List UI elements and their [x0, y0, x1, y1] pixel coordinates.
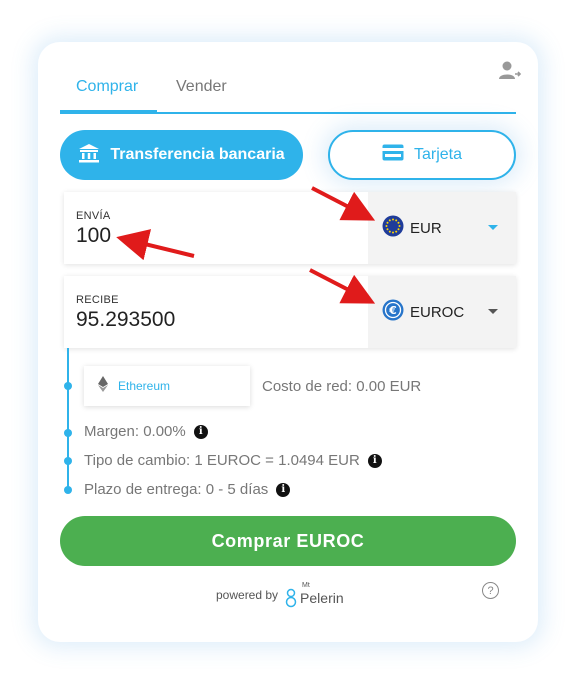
eu-flag-icon — [382, 215, 404, 242]
receive-amount-input[interactable] — [76, 308, 356, 332]
network-cost: Costo de red: 0.00 EUR — [262, 378, 422, 395]
tab-comprar[interactable]: Comprar — [76, 78, 138, 96]
help-icon[interactable]: ? — [482, 582, 499, 599]
chevron-down-icon — [488, 309, 498, 314]
margin-text: Margen: 0.00% — [84, 423, 186, 440]
send-currency-select[interactable]: EUR — [368, 192, 516, 264]
timeline-dot — [64, 382, 72, 390]
buy-euroc-button[interactable]: Comprar EUROC — [60, 516, 516, 566]
network-name: Ethereum — [118, 379, 171, 393]
brand-prefix: Mt — [302, 582, 310, 589]
receive-label: RECIBE — [76, 294, 119, 306]
bank-transfer-label: Transferencia bancaria — [110, 146, 285, 163]
receive-currency-code: EUROC — [410, 303, 465, 321]
timeline-dot — [64, 486, 72, 494]
card-payment-button[interactable]: Tarjeta — [328, 130, 516, 180]
send-currency-code: EUR — [410, 219, 442, 237]
receive-currency-select[interactable]: € EUROC — [368, 276, 516, 348]
ethereum-icon — [98, 375, 108, 397]
timeline-dot — [64, 429, 72, 437]
tab-vender[interactable]: Vender — [176, 78, 227, 96]
margin-line: Margen: 0.00% i — [84, 423, 208, 440]
bank-transfer-button[interactable]: Transferencia bancaria — [60, 130, 303, 180]
active-tab-indicator — [60, 110, 157, 114]
svg-text:€: € — [388, 304, 397, 317]
receive-amount-row: RECIBE € EUROC — [64, 276, 516, 348]
send-amount-row: ENVÍA EUR — [64, 192, 516, 264]
credit-card-icon — [382, 144, 404, 166]
details-timeline — [67, 348, 69, 492]
send-amount-input[interactable] — [76, 224, 356, 248]
card-payment-label: Tarjeta — [413, 146, 463, 163]
powered-by-text: powered by — [216, 588, 279, 602]
mt-pelerin-logo[interactable]: Mt Pelerin — [284, 582, 344, 608]
send-label: ENVÍA — [76, 210, 111, 222]
bank-icon — [78, 143, 100, 168]
tab-bar: Comprar Vender — [60, 66, 516, 114]
exchange-rate-line: Tipo de cambio: 1 EUROC = 1.0494 EUR i — [84, 452, 382, 469]
pelerin-logo-icon — [285, 588, 297, 608]
exchange-rate-text: Tipo de cambio: 1 EUROC = 1.0494 EUR — [84, 452, 360, 469]
info-icon[interactable]: i — [276, 482, 291, 497]
timeline-dot — [64, 457, 72, 465]
chevron-down-icon — [488, 225, 498, 230]
widget-card: Comprar Vender Transferencia bancaria Ta… — [38, 42, 538, 642]
euroc-coin-icon: € — [382, 299, 404, 326]
network-selector[interactable]: Ethereum — [84, 366, 250, 406]
powered-by: powered by Mt Pelerin — [216, 582, 344, 608]
delivery-text: Plazo de entrega: 0 - 5 días — [84, 481, 269, 498]
info-icon[interactable]: i — [193, 424, 208, 439]
brand-name: Pelerin — [300, 590, 344, 606]
user-account-icon[interactable] — [498, 60, 522, 82]
info-icon[interactable]: i — [367, 453, 382, 468]
delivery-line: Plazo de entrega: 0 - 5 días i — [84, 481, 291, 498]
